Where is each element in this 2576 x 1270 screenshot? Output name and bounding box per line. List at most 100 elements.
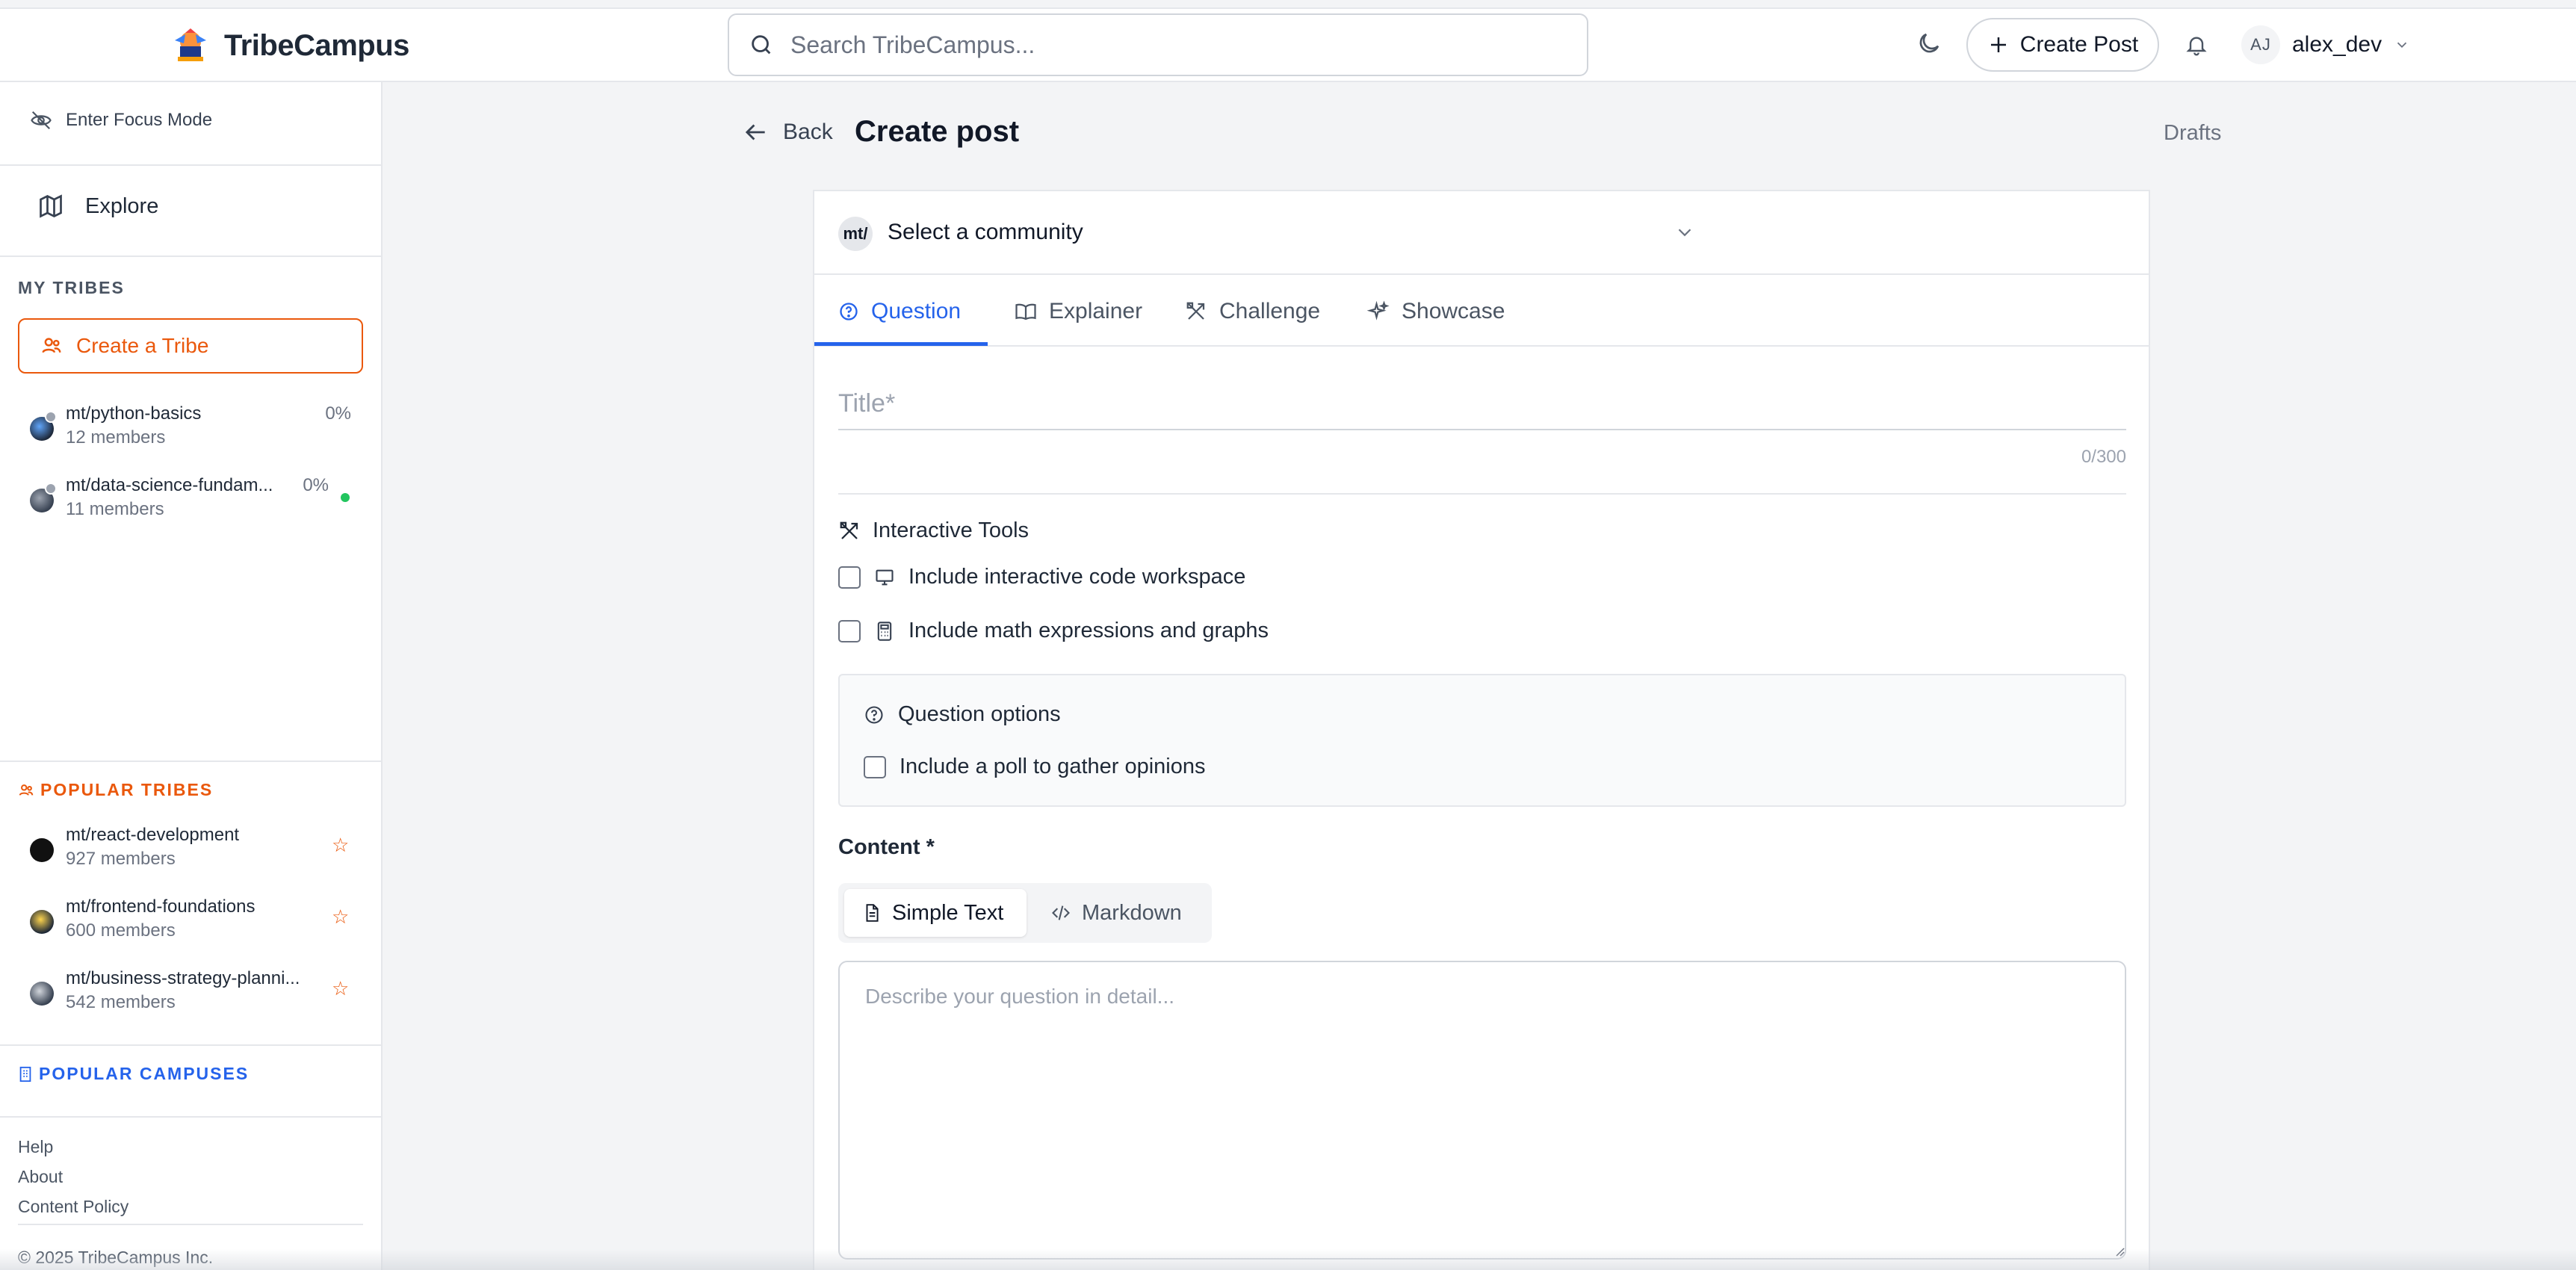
divider — [0, 255, 381, 257]
community-placeholder: Select a community — [888, 220, 1083, 244]
left-sidebar: Enter Focus Mode Explore MY TRIBES Creat… — [0, 82, 383, 1270]
tools-icon — [1186, 302, 1205, 320]
dark-mode-toggle[interactable] — [1914, 28, 1944, 58]
interactive-tools-heading: Interactive Tools — [838, 518, 1029, 543]
page-title: Create post — [855, 115, 1020, 148]
title-input[interactable] — [838, 378, 2126, 430]
code-workspace-option[interactable]: Include interactive code workspace — [838, 565, 1245, 589]
arrow-left-icon — [745, 124, 765, 140]
create-post-button[interactable]: Create Post — [1966, 18, 2159, 72]
popular-campuses-heading[interactable]: POPULAR CAMPUSES — [18, 1064, 249, 1084]
file-text-icon — [866, 904, 879, 922]
star-icon[interactable]: ☆ — [332, 977, 349, 1000]
post-type-tabs: Question Explainer Challenge Showcase — [814, 276, 2149, 347]
search-input[interactable] — [790, 31, 1538, 59]
simple-text-mode-button[interactable]: Simple Text — [844, 889, 1027, 937]
community-select[interactable]: mt/ Select a community — [814, 191, 2149, 275]
footer-link-help[interactable]: Help — [18, 1137, 53, 1157]
logo[interactable]: TribeCampus — [169, 27, 409, 64]
tribe-members: 11 members — [66, 499, 164, 519]
divider — [0, 164, 381, 166]
my-tribe-item[interactable]: mt/python-basics 12 members 0% — [30, 403, 359, 456]
focus-mode-button[interactable]: Enter Focus Mode — [30, 109, 212, 131]
code-workspace-label: Include interactive code workspace — [908, 565, 1246, 589]
app-name: TribeCampus — [224, 28, 409, 62]
tribe-members: 927 members — [66, 849, 176, 869]
tab-explainer[interactable]: Explainer — [1015, 276, 1142, 347]
tab-label: Challenge — [1219, 299, 1321, 323]
poll-label: Include a poll to gather opinions — [900, 755, 1206, 778]
tribe-avatar — [30, 910, 54, 934]
building-icon — [19, 1066, 31, 1082]
create-tribe-button[interactable]: Create a Tribe — [18, 318, 363, 374]
simple-text-label: Simple Text — [892, 900, 1004, 925]
drafts-link[interactable]: Drafts — [2164, 121, 2221, 146]
math-expressions-option[interactable]: Include math expressions and graphs — [838, 619, 1269, 643]
tribe-avatar — [30, 982, 54, 1006]
username: alex_dev — [2292, 32, 2383, 57]
star-icon[interactable]: ☆ — [332, 834, 349, 857]
active-tab-indicator — [814, 342, 988, 346]
community-badge: mt/ — [838, 217, 873, 251]
divider — [838, 493, 2126, 495]
plus-icon — [1990, 37, 2006, 52]
map-icon — [40, 194, 62, 218]
poll-option[interactable]: Include a poll to gather opinions — [864, 755, 1206, 779]
online-indicator — [341, 493, 350, 502]
user-menu[interactable]: AJ alex_dev — [2241, 21, 2410, 69]
focus-mode-label: Enter Focus Mode — [66, 110, 213, 130]
popular-tribe-item[interactable]: mt/frontend-foundations 600 members — [30, 896, 359, 949]
tribe-name: mt/data-science-fundam... — [66, 475, 273, 495]
tribe-name: mt/react-development — [66, 825, 240, 845]
status-dot — [45, 411, 57, 423]
notifications-button[interactable] — [2182, 30, 2211, 60]
tools-icon — [840, 521, 858, 539]
math-expressions-checkbox[interactable] — [838, 619, 861, 642]
users-icon — [19, 784, 34, 796]
tribe-name: mt/business-strategy-planni... — [66, 968, 300, 988]
sidebar-item-explore[interactable]: Explore — [37, 193, 158, 220]
tribe-members: 542 members — [66, 992, 176, 1012]
title-char-counter: 0/300 — [2081, 447, 2126, 467]
users-icon — [42, 338, 61, 353]
popular-tribe-item[interactable]: mt/business-strategy-planni... 542 membe… — [30, 968, 359, 1020]
app-root: TribeCampus Create Post AJ alex_dev Ente… — [0, 0, 2576, 1270]
resize-handle-icon[interactable] — [2114, 1246, 2125, 1257]
popular-tribe-item[interactable]: mt/react-development 927 members — [30, 825, 359, 877]
search-bar[interactable] — [728, 13, 1588, 76]
popular-tribes-title: POPULAR TRIBES — [40, 780, 214, 799]
browser-top-strip — [0, 0, 2576, 9]
tab-question[interactable]: Question — [838, 276, 961, 347]
code-icon — [1052, 905, 1070, 920]
tab-label: Showcase — [1402, 299, 1505, 323]
markdown-mode-button[interactable]: Markdown — [1032, 889, 1206, 937]
create-post-card: mt/ Select a community Question Explaine… — [813, 190, 2150, 1270]
tab-challenge[interactable]: Challenge — [1185, 276, 1320, 347]
eye-off-icon — [31, 111, 52, 130]
status-dot — [45, 483, 57, 495]
chevron-down-icon — [1678, 229, 1691, 237]
divider — [0, 1116, 381, 1118]
star-icon[interactable]: ☆ — [332, 905, 349, 929]
question-options-panel: Question options Include a poll to gathe… — [838, 674, 2126, 807]
footer-link-about[interactable]: About — [18, 1167, 63, 1187]
divider — [0, 761, 381, 762]
back-button[interactable]: Back — [741, 118, 833, 146]
my-tribes-heading: MY TRIBES — [18, 278, 125, 297]
tab-label: Explainer — [1049, 299, 1143, 323]
search-icon — [752, 35, 771, 55]
monitor-icon — [876, 569, 894, 585]
divider — [0, 1044, 381, 1046]
divider — [18, 1224, 363, 1225]
footer-link-content-policy[interactable]: Content Policy — [18, 1197, 129, 1217]
tribe-avatar — [30, 838, 54, 862]
my-tribe-item[interactable]: mt/data-science-fundam... 11 members 0% — [30, 475, 359, 527]
calculator-icon — [877, 621, 892, 641]
question-options-title: Question options — [898, 702, 1061, 726]
content-textarea[interactable] — [838, 961, 2126, 1260]
bell-icon — [2186, 37, 2207, 56]
tab-showcase[interactable]: Showcase — [1367, 276, 1505, 347]
popular-campuses-title: POPULAR CAMPUSES — [39, 1064, 250, 1083]
poll-checkbox[interactable] — [864, 755, 886, 778]
code-workspace-checkbox[interactable] — [838, 566, 861, 589]
